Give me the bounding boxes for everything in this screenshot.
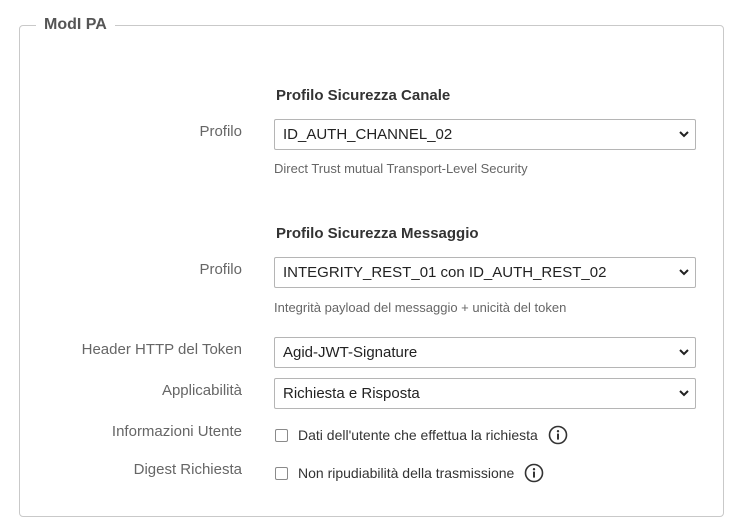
info-utente-checkbox-label[interactable]: Dati dell'utente che effettua la richies… — [298, 425, 538, 445]
digest-checkbox-label[interactable]: Non ripudiabilità della trasmissione — [298, 463, 514, 483]
canale-profilo-select[interactable]: ID_AUTH_CHANNEL_02 — [274, 119, 696, 150]
canale-section-title: Profilo Sicurezza Canale — [276, 87, 451, 104]
digest-row: Non ripudiabilità della trasmissione — [274, 462, 544, 484]
canale-profilo-label: Profilo — [199, 123, 242, 140]
header-token-value: Agid-JWT-Signature — [283, 344, 418, 361]
digest-checkbox[interactable] — [275, 466, 288, 480]
applicabilita-label: Applicabilità — [161, 382, 242, 399]
info-icon[interactable] — [548, 425, 568, 445]
messaggio-profilo-select[interactable]: INTEGRITY_REST_01 con ID_AUTH_REST_02 — [274, 257, 696, 288]
header-token-select[interactable]: Agid-JWT-Signature — [274, 337, 696, 368]
chevron-down-icon — [679, 390, 689, 397]
applicabilita-select[interactable]: Richiesta e Risposta — [274, 378, 696, 409]
messaggio-profilo-help: Integrità payload del messaggio + unicit… — [274, 300, 567, 315]
canale-profilo-value: ID_AUTH_CHANNEL_02 — [283, 126, 453, 143]
messaggio-profilo-value: INTEGRITY_REST_01 con ID_AUTH_REST_02 — [283, 264, 607, 281]
chevron-down-icon — [679, 349, 689, 356]
info-utente-label: Informazioni Utente — [111, 423, 242, 440]
digest-label: Digest Richiesta — [133, 461, 242, 478]
fieldset-legend: ModI PA — [36, 14, 115, 36]
applicabilita-value: Richiesta e Risposta — [283, 385, 420, 402]
info-utente-row: Dati dell'utente che effettua la richies… — [274, 424, 568, 446]
header-token-label: Header HTTP del Token — [81, 341, 242, 358]
messaggio-section-title: Profilo Sicurezza Messaggio — [276, 225, 479, 242]
chevron-down-icon — [679, 269, 689, 276]
info-icon[interactable] — [524, 463, 544, 483]
chevron-down-icon — [679, 131, 689, 138]
canale-profilo-help: Direct Trust mutual Transport-Level Secu… — [274, 161, 528, 176]
messaggio-profilo-label: Profilo — [199, 261, 242, 278]
info-utente-checkbox[interactable] — [275, 428, 288, 442]
